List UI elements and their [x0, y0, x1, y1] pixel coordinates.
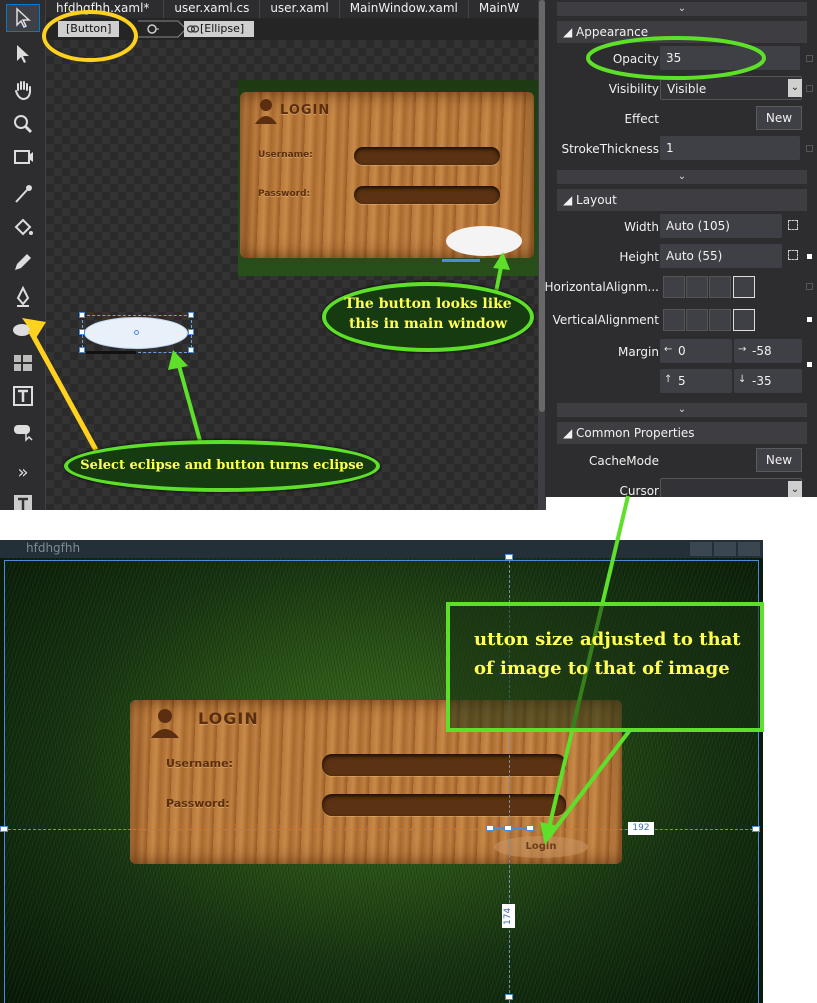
select-note: Select eclipse and button turns eclipse — [80, 458, 364, 473]
opacity-highlight-oval — [586, 36, 766, 80]
button-highlight-oval — [42, 10, 138, 62]
ellipse-arrow — [176, 361, 204, 449]
ellipse-tool-arrow — [27, 328, 99, 452]
ellipse-arrowhead — [168, 350, 188, 370]
ellipse-tool-arrowhead — [22, 318, 46, 338]
annotation-overlay — [22, 10, 766, 845]
main-window-note: The button looks like this in main windo… — [344, 296, 512, 332]
size-note: utton size adjusted to that of image to … — [474, 629, 741, 679]
preview-button-arrowhead — [493, 252, 510, 270]
